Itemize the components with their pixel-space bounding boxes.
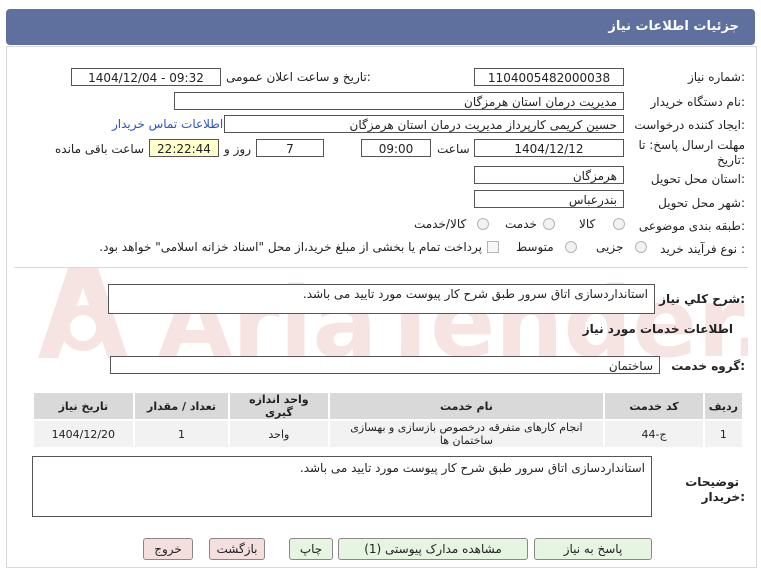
city-label: شهر محل تحویل: (658, 196, 745, 210)
need-number-field: 1104005482000038 (474, 68, 624, 86)
buyer-notes-field: استانداردسازی اتاق سرور طبق شرح کار پیوس… (32, 456, 652, 517)
col-service-name: نام خدمت (329, 393, 604, 419)
col-service-code: کد خدمت (605, 393, 703, 419)
back-button[interactable]: بازگشت (209, 538, 265, 560)
table-row: 1404/12/20 1 واحد انجام کارهای متفرقه در… (34, 421, 742, 447)
category-radio-service[interactable] (543, 218, 555, 230)
province-field: هرمزگان (474, 166, 624, 184)
cell-service-name: انجام کارهای متفرقه درخصوص بازسازی و بهس… (329, 421, 604, 447)
col-row: ردیف (704, 393, 742, 419)
exit-button[interactable]: خروج (143, 538, 193, 560)
cell-service-code: ج-44 (605, 421, 703, 447)
category-radio-goods-service[interactable] (477, 218, 489, 230)
remaining-time-field: 22:22:44 (149, 139, 219, 157)
category-label: طبقه بندی موضوعی: (638, 219, 745, 233)
province-label: استان محل تحویل: (650, 172, 745, 186)
buyer-notes-label: توضیحات (685, 475, 739, 489)
announce-label: تاریخ و ساعت اعلان عمومی: (226, 70, 371, 84)
deadline-date-field: 1404/12/12 (474, 139, 624, 157)
creator-field: حسین کریمی کارپرداز مدیریت درمان استان ه… (224, 115, 624, 133)
service-group-label: گروه خدمت: (671, 359, 745, 373)
deadline-time-field: 09:00 (361, 139, 431, 157)
cell-quantity: 1 (134, 421, 229, 447)
purchase-type-label: نوع فرآیند خرید : (660, 242, 745, 256)
treasury-payment-checkbox[interactable] (487, 241, 499, 253)
service-group-field: ساختمان (110, 356, 660, 374)
reply-button[interactable]: پاسخ به نیاز (534, 538, 652, 560)
need-number-label: شماره نیاز: (687, 70, 745, 84)
purchase-option-medium: متوسط (516, 240, 554, 254)
buyer-org-field: مدیریت درمان استان هرمزگان (174, 92, 624, 110)
remaining-label: ساعت باقی مانده (55, 142, 145, 156)
days-remaining-field: 7 (256, 139, 324, 157)
purchase-radio-minor[interactable] (635, 241, 647, 253)
col-unit: واحد اندازه گیری (230, 393, 328, 419)
table-header-row: تاریخ نیاز تعداد / مقدار واحد اندازه گیر… (34, 393, 742, 419)
category-option-service: خدمت (505, 217, 537, 231)
creator-label: ایجاد کننده درخواست: (634, 118, 745, 132)
description-field: استانداردسازی اتاق سرور طبق شرح کار پیوس… (108, 284, 655, 314)
deadline-label: مهلت ارسال پاسخ: تا (638, 138, 745, 152)
services-table: تاریخ نیاز تعداد / مقدار واحد اندازه گیر… (32, 391, 744, 449)
page-header: جزئیات اطلاعات نیاز (6, 9, 755, 45)
category-option-goods-service: کالا/خدمت (414, 217, 467, 231)
description-label: شرح كلي نياز: (659, 292, 745, 306)
buyer-org-label: نام دستگاه خریدار: (650, 95, 746, 109)
treasury-payment-note: پرداخت تمام یا بخشی از مبلغ خرید،از محل … (99, 240, 482, 254)
deadline-label-date: تاریخ: (717, 153, 745, 167)
category-radio-goods[interactable] (613, 218, 625, 230)
divider (14, 267, 748, 268)
category-option-goods: کالا (579, 217, 596, 231)
col-need-date: تاریخ نیاز (34, 393, 133, 419)
deadline-time-label: ساعت (437, 142, 470, 156)
view-attachments-button[interactable]: مشاهده مدارک پیوستی (1) (338, 538, 528, 560)
cell-unit: واحد (230, 421, 328, 447)
buyer-notes-label-2: خریدار: (701, 490, 745, 504)
col-quantity: تعداد / مقدار (134, 393, 229, 419)
services-title: اطلاعات خدمات مورد نیاز (582, 322, 733, 336)
cell-need-date: 1404/12/20 (34, 421, 133, 447)
cell-row-number: 1 (704, 421, 742, 447)
page-title: جزئیات اطلاعات نیاز (608, 19, 739, 34)
print-button[interactable]: چاپ (289, 538, 333, 560)
purchase-option-minor: جزیی (596, 240, 624, 254)
buyer-contact-link[interactable]: اطلاعات تماس خریدار (112, 117, 223, 131)
days-label: روز و (224, 142, 251, 156)
purchase-radio-medium[interactable] (565, 241, 577, 253)
announce-field: 1404/12/04 - 09:32 (71, 68, 221, 86)
city-field: بندرعباس (474, 190, 624, 208)
